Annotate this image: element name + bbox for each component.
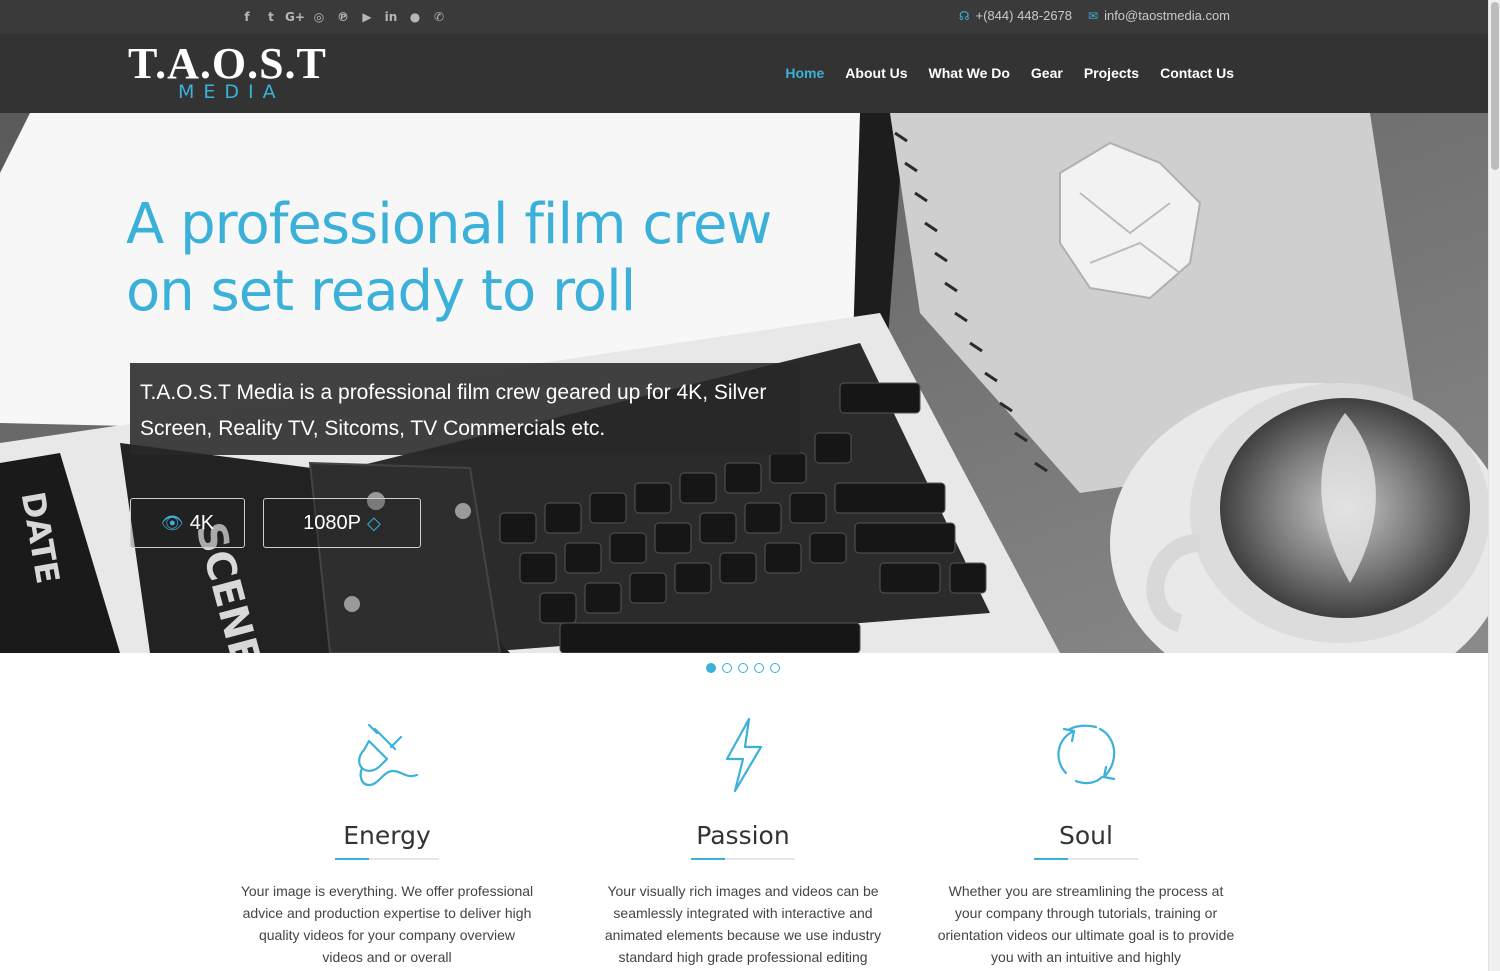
slider-dot-2[interactable] bbox=[722, 663, 732, 673]
email-address: info@taostmedia.com bbox=[1104, 8, 1230, 23]
diamond-icon: ◇ bbox=[367, 512, 381, 534]
4k-button[interactable]: 👁 4K bbox=[130, 498, 245, 548]
4k-button-label: 4K bbox=[189, 511, 215, 534]
slider-pagination bbox=[706, 663, 780, 673]
nav-gear[interactable]: Gear bbox=[1031, 65, 1063, 81]
feature-title: Passion bbox=[696, 821, 790, 850]
slider-dot-4[interactable] bbox=[754, 663, 764, 673]
email-contact[interactable]: ✉ info@taostmedia.com bbox=[1088, 8, 1230, 23]
hero-description: T.A.O.S.T Media is a professional film c… bbox=[130, 363, 800, 455]
refresh-icon bbox=[1057, 724, 1116, 785]
flickr-icon[interactable]: ● bbox=[406, 8, 424, 26]
hero-title: A professional film crew on set ready to… bbox=[126, 192, 772, 324]
site-header: T.A.O.S.T MEDIA Home About Us What We Do… bbox=[0, 34, 1488, 113]
linkedin-icon[interactable]: in bbox=[382, 8, 400, 26]
facebook-icon[interactable]: f bbox=[238, 8, 256, 26]
social-links: f t G+ ◎ ℗ ▶ in ● ✆ bbox=[238, 8, 448, 26]
plug-icon bbox=[358, 723, 419, 787]
nav-about-us[interactable]: About Us bbox=[845, 65, 907, 81]
feature-text: Whether you are streamlining the process… bbox=[937, 883, 1235, 965]
1080p-button-label: 1080P bbox=[303, 511, 361, 534]
nav-home[interactable]: Home bbox=[785, 65, 824, 81]
google-plus-icon[interactable]: G+ bbox=[285, 8, 305, 26]
headset-icon: ☊ bbox=[958, 8, 970, 23]
slider-dot-3[interactable] bbox=[738, 663, 748, 673]
slider-dot-5[interactable] bbox=[770, 663, 780, 673]
hero-slider: DATE SCENE A professional film crew on s… bbox=[0, 113, 1488, 653]
feature-text: Your visually rich images and videos can… bbox=[604, 883, 882, 965]
whatsapp-icon[interactable]: ✆ bbox=[430, 8, 448, 26]
twitter-icon[interactable]: t bbox=[262, 8, 280, 26]
feature-soul: Soul Whether you are streamlining the pr… bbox=[936, 715, 1236, 968]
feature-text: Your image is everything. We offer profe… bbox=[240, 883, 534, 965]
nav-projects[interactable]: Projects bbox=[1084, 65, 1139, 81]
feature-passion: Passion Your visually rich images and vi… bbox=[593, 715, 893, 968]
eye-icon: 👁 bbox=[160, 512, 184, 534]
feature-divider bbox=[691, 858, 795, 860]
page-scrollbar[interactable] bbox=[1488, 0, 1500, 971]
nav-contact-us[interactable]: Contact Us bbox=[1160, 65, 1234, 81]
youtube-icon[interactable]: ▶ bbox=[358, 8, 376, 26]
main-nav: Home About Us What We Do Gear Projects C… bbox=[785, 65, 1234, 81]
phone-contact[interactable]: ☊ +(844) 448-2678 bbox=[959, 8, 1072, 23]
instagram-icon[interactable]: ◎ bbox=[310, 8, 328, 26]
feature-divider bbox=[335, 858, 439, 860]
pinterest-icon[interactable]: ℗ bbox=[334, 8, 352, 26]
1080p-button[interactable]: 1080P ◇ bbox=[263, 498, 421, 548]
envelope-icon: ✉ bbox=[1088, 8, 1099, 23]
slider-dot-1[interactable] bbox=[706, 663, 716, 673]
top-bar: f t G+ ◎ ℗ ▶ in ● ✆ ☊ +(844) 448-2678 ✉ … bbox=[0, 0, 1488, 34]
phone-number: +(844) 448-2678 bbox=[975, 8, 1073, 23]
scrollbar-thumb[interactable] bbox=[1491, 2, 1499, 170]
nav-what-we-do[interactable]: What We Do bbox=[929, 65, 1010, 81]
feature-title: Energy bbox=[343, 821, 431, 850]
logo[interactable]: T.A.O.S.T MEDIA bbox=[128, 39, 327, 104]
feature-divider bbox=[1034, 858, 1138, 860]
feature-energy: Energy Your image is everything. We offe… bbox=[237, 715, 537, 968]
contact-info: ☊ +(844) 448-2678 ✉ info@taostmedia.com bbox=[959, 8, 1230, 23]
logo-subtitle: MEDIA bbox=[178, 81, 285, 103]
feature-title: Soul bbox=[1059, 821, 1113, 850]
lightning-icon bbox=[725, 717, 763, 793]
logo-wordmark: T.A.O.S.T bbox=[128, 39, 327, 88]
